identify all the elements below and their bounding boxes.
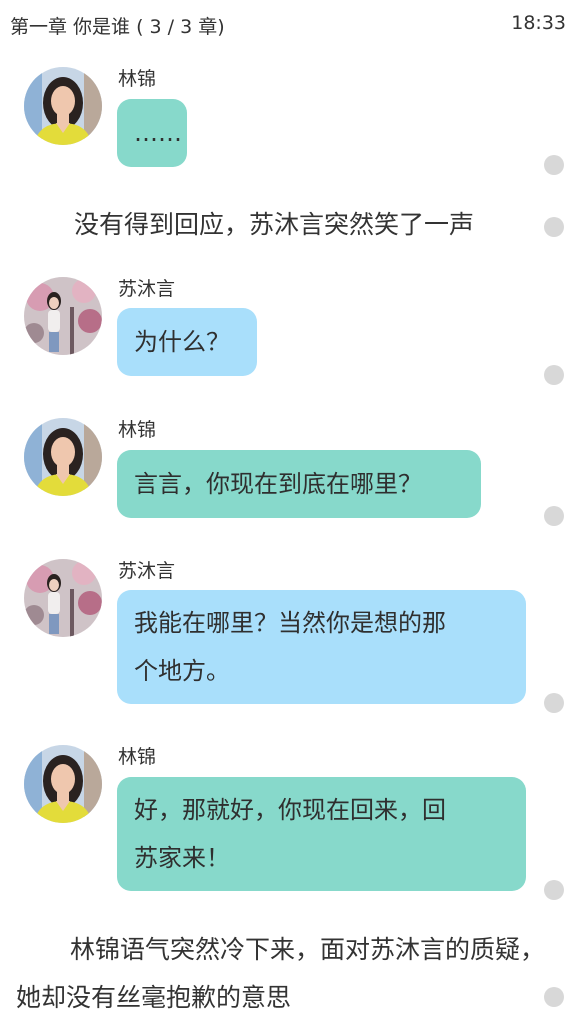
- avatar[interactable]: [24, 745, 102, 823]
- message-bubble[interactable]: ……: [117, 99, 187, 167]
- sender-name: 苏沐言: [118, 560, 176, 582]
- narration-text: 没有得到回应，苏沐言突然笑了一声: [74, 210, 475, 239]
- narration-text: 林锦语气突然冷下来，面对苏沐言的质疑，她却没有丝毫抱歉的意思: [16, 935, 546, 1012]
- message-text: 为什么？: [134, 328, 230, 356]
- more-dot-icon[interactable]: [544, 217, 564, 237]
- status-bar: 第一章 你是谁 ( 3 / 3 章) 18:33: [0, 0, 576, 50]
- message-text: ……: [134, 119, 182, 147]
- chapter-title: 第一章 你是谁 ( 3 / 3 章): [10, 16, 225, 38]
- sender-name: 林锦: [118, 746, 157, 768]
- message-text-line: 苏家来！: [134, 844, 230, 872]
- message-text-line: 好，那就好，你现在回来，回: [134, 796, 446, 824]
- more-dot-icon[interactable]: [544, 987, 564, 1007]
- message-bubble[interactable]: 我能在哪里？当然你是想的那 个地方。: [117, 590, 526, 704]
- avatar[interactable]: [24, 67, 102, 145]
- avatar[interactable]: [24, 559, 102, 637]
- sender-name: 林锦: [118, 68, 157, 90]
- sender-name: 林锦: [118, 419, 157, 441]
- more-dot-icon[interactable]: [544, 506, 564, 526]
- more-dot-icon[interactable]: [544, 155, 564, 175]
- avatar[interactable]: [24, 277, 102, 355]
- message-text-line: 我能在哪里？当然你是想的那: [134, 609, 446, 637]
- message-text-line: 个地方。: [134, 657, 230, 685]
- more-dot-icon[interactable]: [544, 365, 564, 385]
- message-bubble[interactable]: 好，那就好，你现在回来，回 苏家来！: [117, 777, 526, 891]
- message-bubble[interactable]: 为什么？: [117, 308, 257, 376]
- message-text: 言言，你现在到底在哪里？: [134, 470, 422, 498]
- more-dot-icon[interactable]: [544, 880, 564, 900]
- sender-name: 苏沐言: [118, 278, 176, 300]
- avatar[interactable]: [24, 418, 102, 496]
- clock: 18:33: [511, 12, 566, 34]
- more-dot-icon[interactable]: [544, 693, 564, 713]
- message-bubble[interactable]: 言言，你现在到底在哪里？: [117, 450, 481, 518]
